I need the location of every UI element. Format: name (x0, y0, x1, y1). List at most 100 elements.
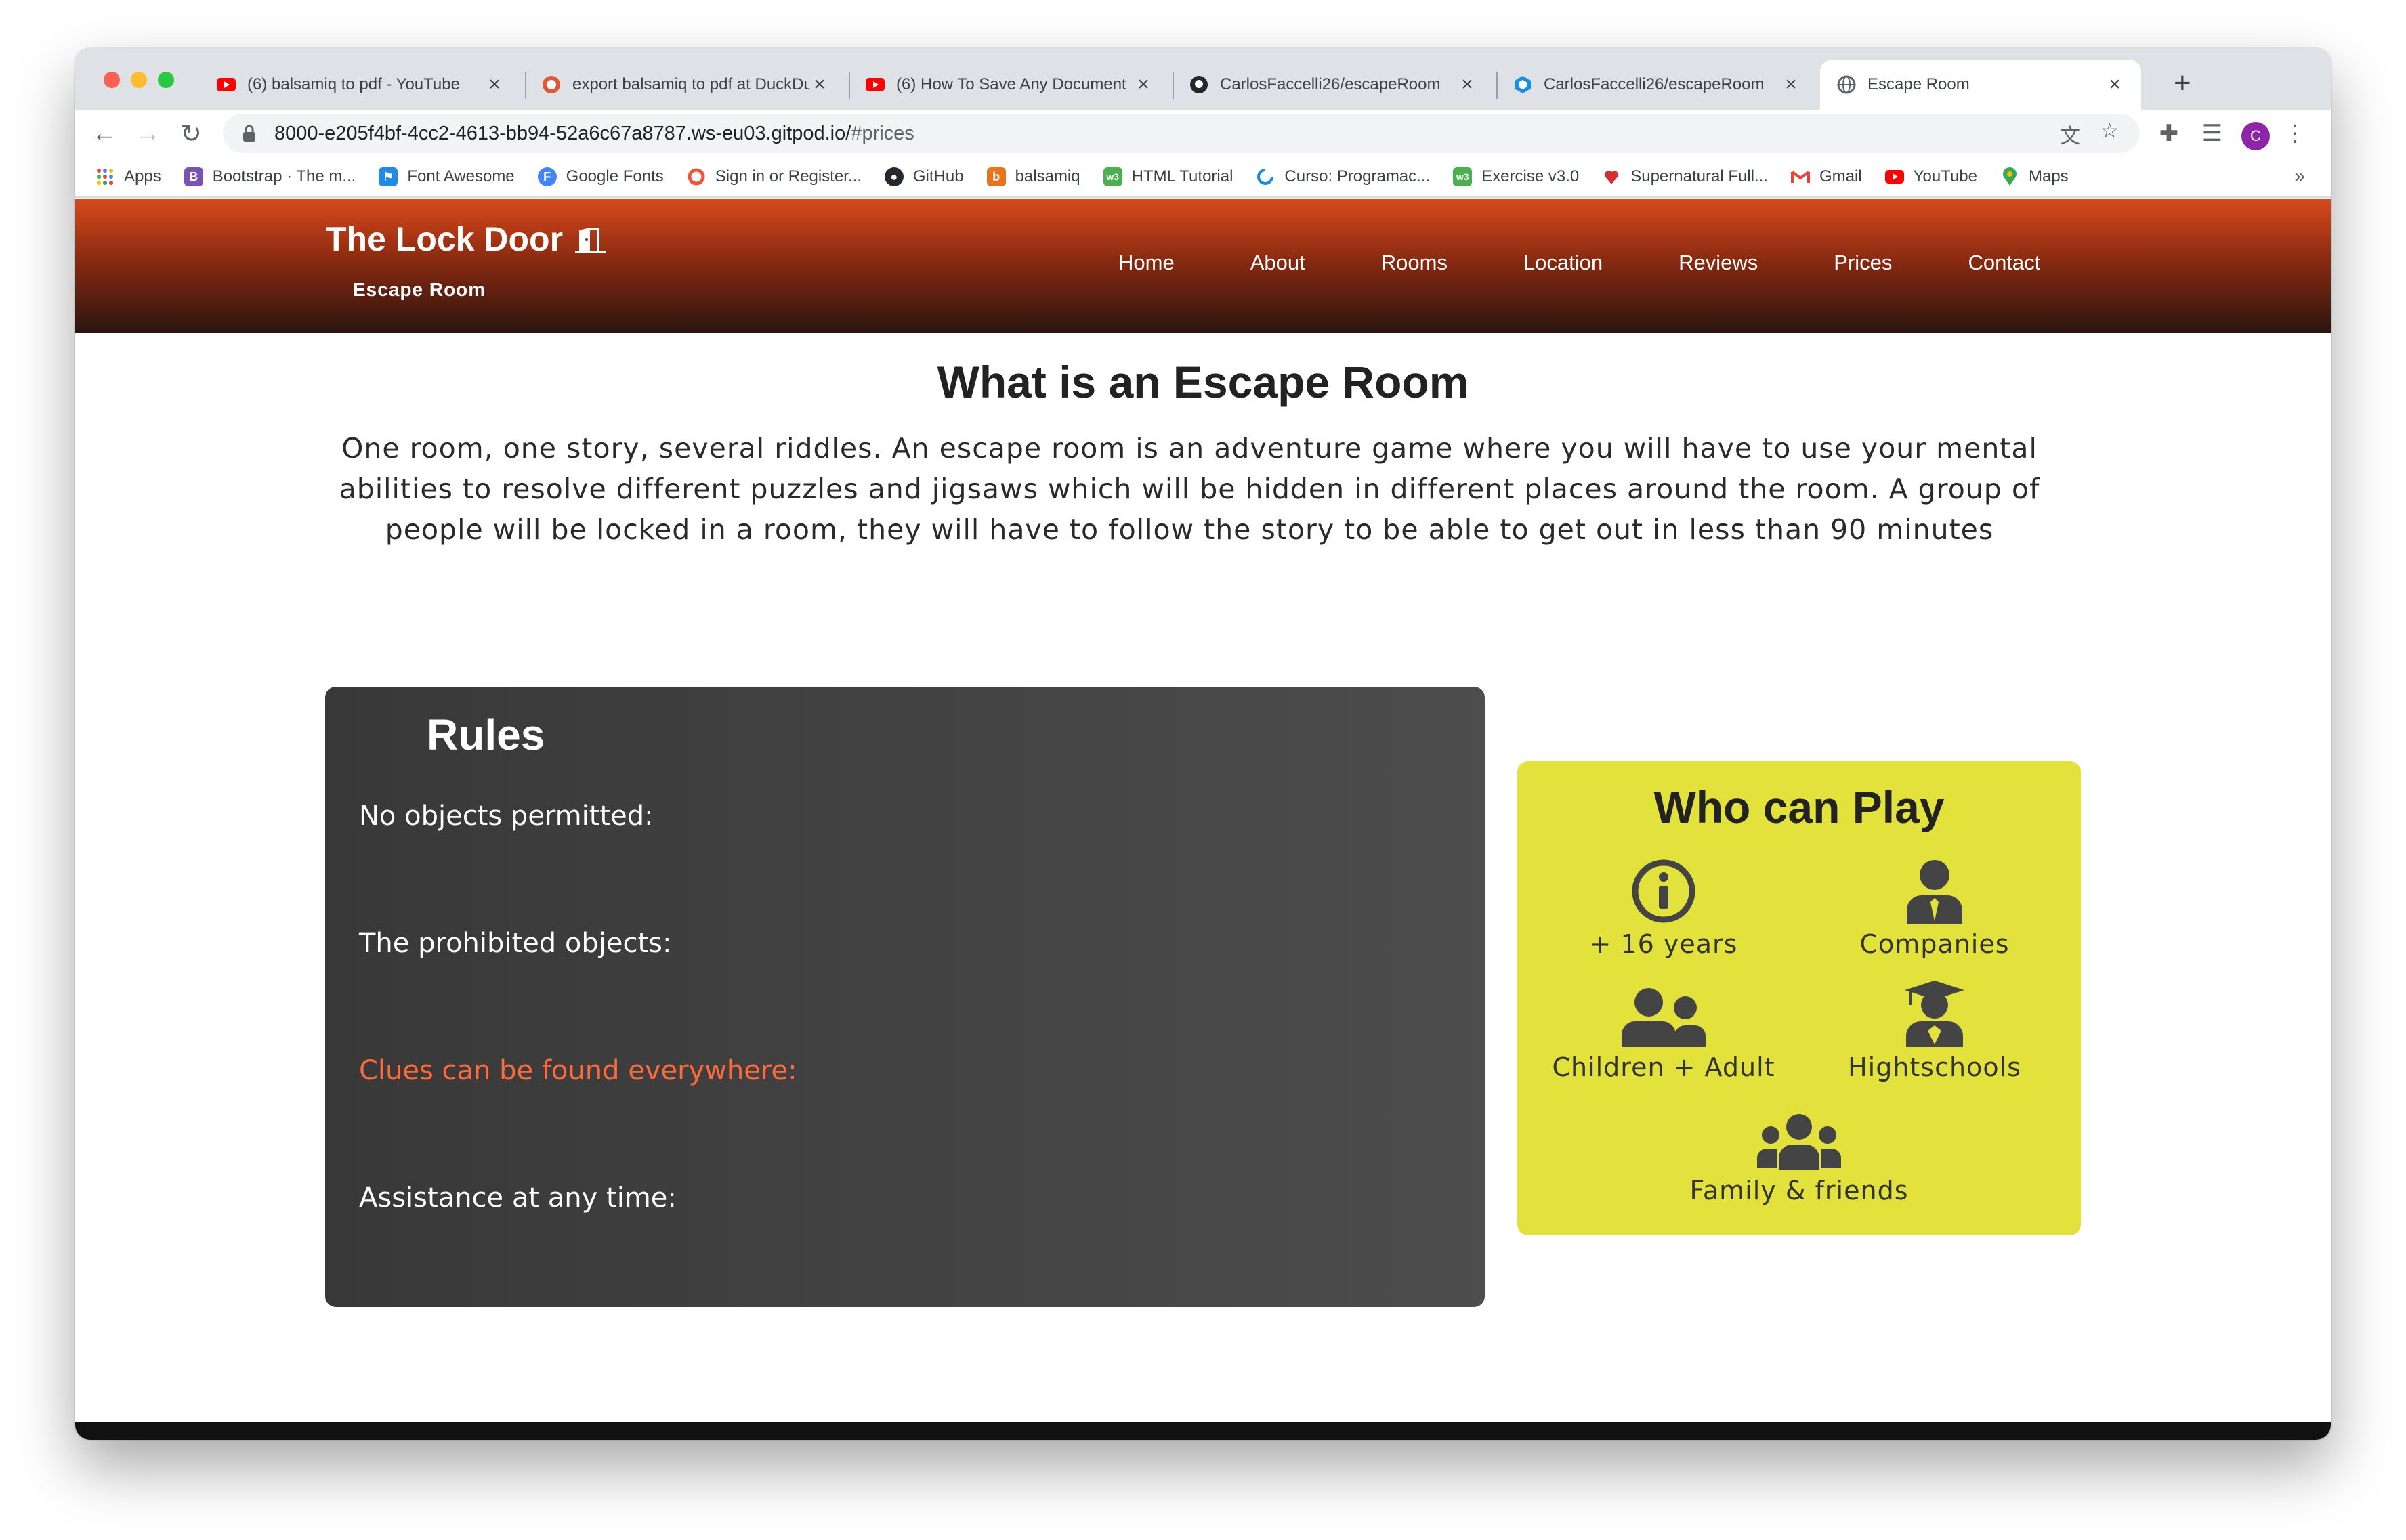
bookmark-curso[interactable]: Curso: Programac... (1256, 167, 1430, 186)
bookmark-label: Google Fonts (566, 167, 664, 186)
bookmark-label: Font Awesome (407, 167, 515, 186)
gitpod-icon (1513, 74, 1533, 95)
translate-icon[interactable]: 文 (2060, 119, 2080, 149)
tab-strip: (6) balsamiq to pdf - YouTube × export b… (75, 49, 2331, 110)
bookmark-label: Bootstrap · The m... (212, 167, 356, 186)
door-open-icon (575, 228, 607, 253)
new-tab-button[interactable]: + (2174, 66, 2191, 100)
menu-dots-icon[interactable]: ⋮ (2277, 115, 2313, 152)
forward-arrow-icon[interactable]: → (129, 115, 166, 152)
bookmark-google-fonts[interactable]: F Google Fonts (537, 167, 664, 186)
rules-panel: Rules No objects permitted: The prohibit… (325, 687, 1485, 1307)
close-tab-icon[interactable]: × (2105, 73, 2125, 96)
bookmark-sign-in[interactable]: Sign in or Register... (687, 167, 862, 186)
tab-title: CarlosFaccelli26/escapeRoom (1220, 75, 1441, 93)
youtube-icon (1884, 167, 1904, 186)
tab-duckduckgo[interactable]: export balsamiq to pdf at DuckDuckGo × (525, 60, 846, 110)
bookmark-apps[interactable]: Apps (96, 167, 161, 186)
who-label: Hightschools (1848, 1052, 2021, 1082)
url-hash: #prices (851, 122, 914, 144)
nav-location[interactable]: Location (1523, 251, 1603, 275)
who-label: + 16 years (1589, 929, 1738, 959)
tab-github[interactable]: CarlosFaccelli26/escapeRoom × (1173, 60, 1494, 110)
nav-prices[interactable]: Prices (1834, 251, 1892, 275)
info-circle-icon (1528, 856, 1799, 924)
tab-title: (6) How To Save Any Document (896, 75, 1126, 93)
rule-item: Assistance at any time: (359, 1182, 677, 1214)
nav-home[interactable]: Home (1118, 251, 1175, 275)
loading-icon (1256, 167, 1275, 186)
nav-about[interactable]: About (1250, 251, 1305, 275)
bookmark-gmail[interactable]: Gmail (1791, 167, 1862, 186)
profile-avatar[interactable]: C (2241, 122, 2270, 150)
bookmark-github[interactable]: ● GitHub (884, 167, 964, 186)
bookmark-balsamiq[interactable]: b balsamiq (986, 167, 1080, 186)
extensions-icon[interactable]: ✚ (2151, 115, 2187, 152)
heart-icon (1602, 167, 1621, 186)
close-window-button[interactable] (104, 72, 120, 88)
more-bookmarks-icon[interactable]: » (2294, 165, 2305, 187)
who-can-play-panel: Who can Play + 16 years Companies Childr… (1517, 761, 2081, 1235)
nav-contact[interactable]: Contact (1968, 251, 2040, 275)
maps-icon (2000, 167, 2019, 186)
who-title: Who can Play (1653, 782, 1945, 832)
globe-icon (1836, 74, 1857, 95)
close-tab-icon[interactable]: × (1781, 73, 1801, 96)
back-arrow-icon[interactable]: ← (86, 115, 123, 152)
bookmark-font-awesome[interactable]: ⚑ Font Awesome (379, 167, 515, 186)
tab-gitpod[interactable]: CarlosFaccelli26/escapeRoom × (1496, 60, 1817, 110)
tab-youtube-balsamiq[interactable]: (6) balsamiq to pdf - YouTube × (200, 60, 521, 110)
nav-reviews[interactable]: Reviews (1679, 251, 1758, 275)
bookmark-label: Curso: Programac... (1284, 167, 1431, 186)
brand-title: The Lock Door (326, 219, 608, 259)
site-header: The Lock Door Escape Room Home About Roo… (75, 199, 2331, 333)
reload-icon[interactable]: ↻ (173, 115, 209, 152)
bookmark-maps[interactable]: Maps (2000, 167, 2069, 186)
rules-title: Rules (427, 710, 545, 759)
close-tab-icon[interactable]: × (809, 73, 830, 96)
lock-icon (243, 125, 255, 142)
bookmark-youtube[interactable]: YouTube (1884, 167, 1977, 186)
url-text: 8000-e205f4bf-4cc2-4613-bb94-52a6c67a878… (274, 123, 914, 145)
bookmark-bootstrap[interactable]: B Bootstrap · The m... (184, 167, 356, 186)
w3schools-icon: w3 (1103, 167, 1122, 186)
balsamiq-icon: b (986, 167, 1006, 186)
tab-escape-room[interactable]: Escape Room × (1820, 60, 2141, 110)
minimize-window-button[interactable] (131, 72, 147, 88)
address-bar[interactable]: 8000-e205f4bf-4cc2-4613-bb94-52a6c67a878… (223, 114, 2140, 153)
who-label: Family & friends (1689, 1176, 1909, 1205)
duckduckgo-icon (541, 74, 562, 95)
bookmarks-bar: Apps B Bootstrap · The m... ⚑ Font Aweso… (75, 157, 2331, 198)
maximize-window-button[interactable] (158, 72, 174, 88)
user-tie-icon (1799, 856, 2070, 924)
close-tab-icon[interactable]: × (1133, 73, 1154, 96)
bookmark-supernatural[interactable]: Supernatural Full... (1602, 167, 1768, 186)
user-friends-icon (1528, 979, 1799, 1047)
who-item-children-adult: Children + Adult (1528, 979, 1799, 1082)
nav-rooms[interactable]: Rooms (1381, 251, 1448, 275)
w3schools-icon: w3 (1453, 167, 1473, 186)
web-page: The Lock Door Escape Room Home About Roo… (75, 199, 2331, 1440)
bootstrap-icon: B (184, 167, 203, 186)
bookmark-label: GitHub (912, 167, 964, 186)
bookmark-label: Gmail (1819, 167, 1862, 186)
tab-title: Escape Room (1867, 75, 1970, 93)
close-tab-icon[interactable]: × (484, 73, 505, 96)
who-item-highschools: Hightschools (1799, 979, 2070, 1082)
rule-item-highlight[interactable]: Clues can be found everywhere: (359, 1055, 797, 1086)
gmail-icon (1791, 167, 1810, 186)
bookmark-exercise[interactable]: w3 Exercise v3.0 (1453, 167, 1579, 186)
tab-youtube-save[interactable]: (6) How To Save Any Document × (849, 60, 1170, 110)
bookmark-html-tutorial[interactable]: w3 HTML Tutorial (1103, 167, 1233, 186)
browser-window: (6) balsamiq to pdf - YouTube × export b… (75, 49, 2331, 1440)
youtube-icon (216, 74, 236, 95)
site-brand[interactable]: The Lock Door Escape Room (326, 219, 608, 301)
bookmark-label: Sign in or Register... (715, 167, 862, 186)
users-icon (1664, 1103, 1935, 1170)
close-tab-icon[interactable]: × (1457, 73, 1477, 96)
who-item-age: + 16 years (1528, 856, 1799, 959)
star-icon[interactable]: ☆ (2101, 119, 2119, 143)
bookmark-label: Supernatural Full... (1630, 167, 1768, 186)
reading-list-icon[interactable]: ☰ (2194, 115, 2231, 152)
bookmark-label: Exercise v3.0 (1481, 167, 1580, 186)
